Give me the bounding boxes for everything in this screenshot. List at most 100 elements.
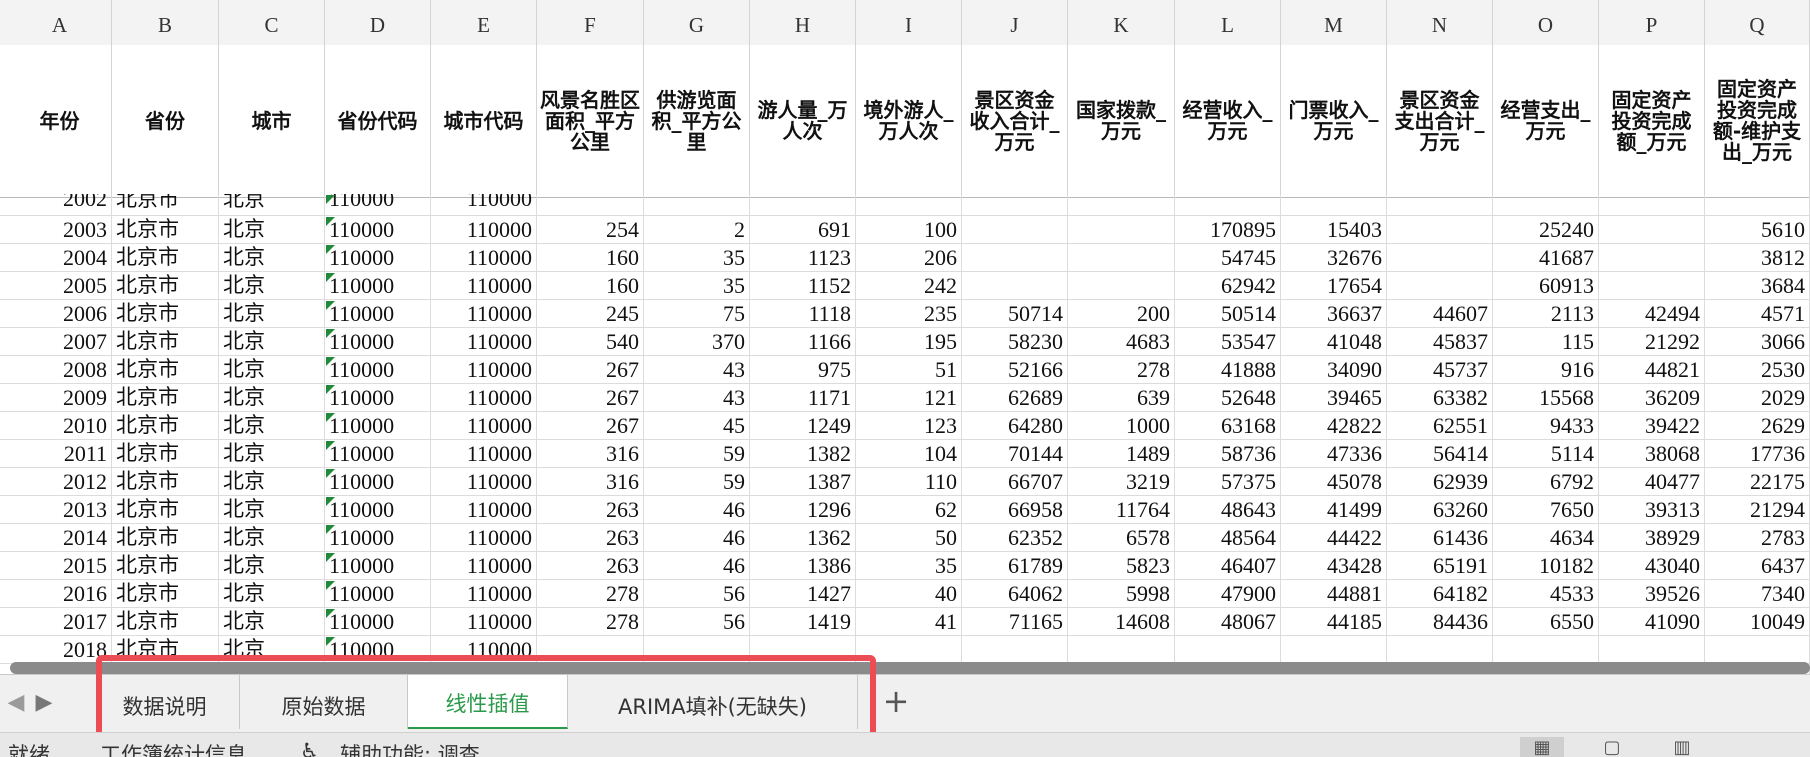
table-cell[interactable]: 110000 xyxy=(431,384,537,411)
table-cell[interactable] xyxy=(644,636,750,663)
table-cell[interactable]: 北京 xyxy=(219,524,325,551)
table-cell[interactable] xyxy=(1599,636,1705,663)
table-cell[interactable]: 39465 xyxy=(1281,384,1387,411)
table-cell[interactable]: 206 xyxy=(856,244,962,271)
normal-view-icon[interactable]: ▦ xyxy=(1520,737,1564,757)
column-letter-p[interactable]: P xyxy=(1599,0,1705,45)
table-cell[interactable]: 110000 xyxy=(325,412,431,439)
table-cell[interactable]: 245 xyxy=(537,300,644,327)
table-cell[interactable]: 7340 xyxy=(1705,580,1810,607)
table-cell[interactable]: 40477 xyxy=(1599,468,1705,495)
table-cell[interactable]: 北京 xyxy=(219,608,325,635)
column-letter-c[interactable]: C xyxy=(219,0,325,45)
column-letter-n[interactable]: N xyxy=(1387,0,1493,45)
tab-arima-fill[interactable]: ARIMA填补(无缺失) xyxy=(568,675,858,729)
table-cell[interactable]: 40 xyxy=(856,580,962,607)
table-cell[interactable]: 4571 xyxy=(1705,300,1810,327)
column-letter-f[interactable]: F xyxy=(537,0,644,45)
table-cell[interactable]: 35 xyxy=(856,552,962,579)
table-cell[interactable]: 53547 xyxy=(1175,328,1281,355)
table-cell[interactable]: 639 xyxy=(1068,384,1175,411)
table-cell[interactable]: 57375 xyxy=(1175,468,1281,495)
add-sheet-button[interactable]: + xyxy=(878,683,914,719)
table-cell[interactable]: 540 xyxy=(537,328,644,355)
table-cell[interactable]: 2003 xyxy=(8,216,112,243)
table-cell[interactable]: 北京市 xyxy=(112,356,219,383)
table-cell[interactable]: 35 xyxy=(644,244,750,271)
table-cell[interactable]: 110000 xyxy=(325,272,431,299)
table-cell[interactable]: 47336 xyxy=(1281,440,1387,467)
table-cell[interactable]: 6550 xyxy=(1493,608,1599,635)
table-cell[interactable]: 70144 xyxy=(962,440,1068,467)
table-cell[interactable]: 5114 xyxy=(1493,440,1599,467)
table-cell[interactable]: 2006 xyxy=(8,300,112,327)
table-cell[interactable]: 北京市 xyxy=(112,216,219,243)
table-cell[interactable]: 北京 xyxy=(219,272,325,299)
table-cell[interactable]: 115 xyxy=(1493,328,1599,355)
table-cell[interactable]: 46 xyxy=(644,496,750,523)
table-cell[interactable]: 267 xyxy=(537,384,644,411)
table-cell[interactable] xyxy=(856,636,962,663)
table-cell[interactable]: 1249 xyxy=(750,412,856,439)
header-cell[interactable]: 门票收入_万元 xyxy=(1281,45,1387,197)
table-cell[interactable]: 62939 xyxy=(1387,468,1493,495)
column-letter-k[interactable]: K xyxy=(1068,0,1175,45)
table-cell[interactable]: 2017 xyxy=(8,608,112,635)
table-cell[interactable]: 66707 xyxy=(962,468,1068,495)
table-cell[interactable] xyxy=(856,194,962,216)
table-cell[interactable]: 北京 xyxy=(219,384,325,411)
table-cell[interactable]: 110000 xyxy=(325,384,431,411)
header-cell[interactable]: 境外游人_万人次 xyxy=(856,45,962,197)
table-cell[interactable]: 41687 xyxy=(1493,244,1599,271)
table-cell[interactable]: 2783 xyxy=(1705,524,1810,551)
table-cell[interactable]: 43 xyxy=(644,384,750,411)
table-cell[interactable]: 北京 xyxy=(219,244,325,271)
table-cell[interactable] xyxy=(1387,636,1493,663)
table-cell[interactable]: 64182 xyxy=(1387,580,1493,607)
table-cell[interactable]: 5823 xyxy=(1068,552,1175,579)
tab-data-description[interactable]: 数据说明 xyxy=(90,675,240,729)
table-cell[interactable]: 45078 xyxy=(1281,468,1387,495)
table-cell[interactable]: 2016 xyxy=(8,580,112,607)
column-letter-o[interactable]: O xyxy=(1493,0,1599,45)
column-letter-h[interactable]: H xyxy=(750,0,856,45)
table-cell[interactable]: 52166 xyxy=(962,356,1068,383)
column-letter-e[interactable]: E xyxy=(431,0,537,45)
table-cell[interactable]: 21292 xyxy=(1599,328,1705,355)
table-cell[interactable]: 110000 xyxy=(431,468,537,495)
table-cell[interactable]: 44881 xyxy=(1281,580,1387,607)
table-cell[interactable]: 263 xyxy=(537,524,644,551)
table-cell[interactable]: 58230 xyxy=(962,328,1068,355)
table-cell[interactable]: 278 xyxy=(537,608,644,635)
table-cell[interactable]: 北京市 xyxy=(112,328,219,355)
table-cell[interactable]: 278 xyxy=(1068,356,1175,383)
table-cell[interactable]: 51 xyxy=(856,356,962,383)
accessibility-status[interactable]: 辅助功能: 调查 xyxy=(340,739,480,757)
table-cell[interactable]: 1296 xyxy=(750,496,856,523)
table-cell[interactable]: 北京市 xyxy=(112,412,219,439)
table-cell[interactable]: 2018 xyxy=(8,636,112,663)
table-cell[interactable]: 1382 xyxy=(750,440,856,467)
table-cell[interactable] xyxy=(962,636,1068,663)
table-cell[interactable]: 63260 xyxy=(1387,496,1493,523)
table-cell[interactable]: 110000 xyxy=(431,440,537,467)
table-cell[interactable] xyxy=(1068,194,1175,216)
table-cell[interactable]: 41499 xyxy=(1281,496,1387,523)
table-cell[interactable]: 110000 xyxy=(431,524,537,551)
table-cell[interactable]: 110000 xyxy=(325,468,431,495)
table-cell[interactable]: 北京市 xyxy=(112,300,219,327)
table-cell[interactable]: 691 xyxy=(750,216,856,243)
table-cell[interactable]: 10049 xyxy=(1705,608,1810,635)
table-cell[interactable]: 3219 xyxy=(1068,468,1175,495)
table-cell[interactable]: 45837 xyxy=(1387,328,1493,355)
table-cell[interactable]: 北京市 xyxy=(112,272,219,299)
table-cell[interactable]: 北京 xyxy=(219,552,325,579)
table-cell[interactable] xyxy=(1175,636,1281,663)
table-cell[interactable]: 43428 xyxy=(1281,552,1387,579)
header-cell[interactable]: 供游览面积_平方公里 xyxy=(644,45,750,197)
table-cell[interactable]: 52648 xyxy=(1175,384,1281,411)
table-cell[interactable]: 17654 xyxy=(1281,272,1387,299)
header-cell[interactable]: 经营支出_万元 xyxy=(1493,45,1599,197)
column-letter-i[interactable]: I xyxy=(856,0,962,45)
table-cell[interactable] xyxy=(537,636,644,663)
